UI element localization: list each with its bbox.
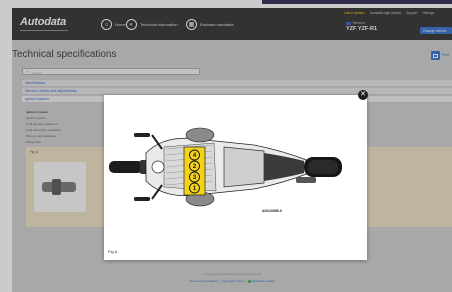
left-mirror	[134, 133, 150, 137]
front-wheel	[109, 161, 143, 173]
diagram-reference-code: AD010989-0	[262, 209, 282, 213]
fuel-tank	[223, 146, 265, 188]
close-icon[interactable]: ✕	[358, 90, 368, 100]
exhaust	[296, 177, 316, 183]
modal-figure-label: Fig.A	[108, 249, 118, 254]
figure-modal: 4 2 3 1 AD010989-0 Fig.A	[104, 95, 367, 260]
rear-tyre	[308, 160, 338, 174]
left-engine-cover	[185, 127, 215, 143]
right-mirror	[134, 197, 150, 201]
sensor-circle	[151, 160, 165, 174]
motorcycle-diagram: 4 2 3 1	[109, 127, 342, 207]
